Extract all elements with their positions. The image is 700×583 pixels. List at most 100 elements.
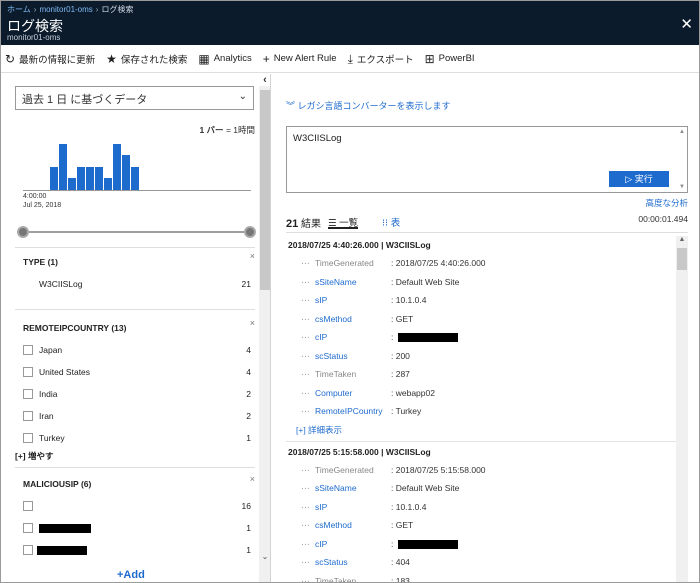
- drag-dots-icon[interactable]: ⋯: [301, 557, 311, 568]
- add-facet-button[interactable]: +Add: [117, 569, 145, 581]
- field-name[interactable]: cIP: [315, 332, 327, 342]
- field-value: : 404: [391, 557, 410, 567]
- histogram-bar[interactable]: [131, 167, 139, 190]
- time-slider-track[interactable]: [23, 231, 251, 233]
- histogram-bar[interactable]: [50, 167, 58, 190]
- histogram-bar[interactable]: [113, 144, 121, 190]
- checkbox[interactable]: [23, 545, 33, 555]
- scroll-up-icon[interactable]: ▲: [676, 236, 688, 243]
- histogram-bar[interactable]: [104, 178, 112, 190]
- chevron-up-icon[interactable]: ▲: [679, 129, 685, 135]
- facet-item[interactable]: Iran 2: [23, 410, 251, 424]
- analytics-button[interactable]: ▦ Analytics: [198, 53, 251, 65]
- new-alert-rule-button[interactable]: + New Alert Rule: [263, 53, 337, 65]
- histogram-bar[interactable]: [68, 178, 76, 190]
- tab-list-view[interactable]: ☰ 一覧: [328, 211, 359, 229]
- results-scrollbar[interactable]: ▲: [676, 236, 688, 582]
- checkbox[interactable]: [23, 501, 33, 511]
- facet-item[interactable]: United States 4: [23, 366, 251, 380]
- breadcrumb-home[interactable]: ホーム: [7, 5, 31, 14]
- saved-searches-button[interactable]: ★ 保存された検索: [106, 52, 187, 66]
- field-name[interactable]: TimeGenerated: [315, 258, 374, 268]
- facet-item[interactable]: W3CIISLog 21: [23, 278, 251, 292]
- histogram-bar[interactable]: [95, 167, 103, 190]
- show-details-link[interactable]: [+] 詳細表示: [296, 424, 342, 436]
- checkbox[interactable]: [23, 433, 33, 443]
- field-name[interactable]: scStatus: [315, 351, 348, 361]
- field-name[interactable]: cIP: [315, 539, 327, 549]
- field-name[interactable]: sSiteName: [315, 483, 357, 493]
- field-name[interactable]: scStatus: [315, 557, 348, 567]
- field-name[interactable]: TimeGenerated: [315, 465, 374, 475]
- facet-item[interactable]: Japan 4: [23, 344, 251, 358]
- refresh-button[interactable]: ↻ 最新の情報に更新: [5, 52, 95, 66]
- checkbox[interactable]: [23, 389, 33, 399]
- record-field: ⋯ sSiteName: Default Web Site: [301, 277, 671, 291]
- field-name[interactable]: TimeTaken: [315, 576, 356, 583]
- drag-dots-icon[interactable]: ⋯: [301, 502, 311, 513]
- facet-item[interactable]: 1: [23, 544, 251, 558]
- facet-item[interactable]: 1: [23, 522, 251, 536]
- histogram-bar[interactable]: [86, 167, 94, 190]
- time-range-dropdown[interactable]: 過去 1 日 に基づくデータ ⌄: [15, 86, 254, 110]
- field-name[interactable]: csMethod: [315, 314, 352, 324]
- drag-dots-icon[interactable]: ⋯: [301, 277, 311, 288]
- drag-dots-icon[interactable]: ⋯: [301, 314, 311, 325]
- time-slider-start-handle[interactable]: [17, 226, 29, 238]
- breadcrumb-workspace[interactable]: monitor01-oms: [39, 5, 92, 14]
- drag-dots-icon[interactable]: ⋯: [301, 520, 311, 531]
- drag-dots-icon[interactable]: ⋯: [301, 483, 311, 494]
- time-slider-end-handle[interactable]: [244, 226, 256, 238]
- collapse-panel-icon[interactable]: ‹: [259, 74, 270, 86]
- drag-dots-icon[interactable]: ⋯: [301, 332, 311, 343]
- drag-dots-icon[interactable]: ⋯: [301, 351, 311, 362]
- redacted-value: [398, 539, 458, 549]
- checkbox[interactable]: [23, 367, 33, 377]
- close-icon[interactable]: ×: [250, 318, 255, 328]
- scrollbar-thumb[interactable]: [677, 248, 687, 270]
- facet-item[interactable]: 16: [23, 500, 251, 514]
- field-name[interactable]: sSiteName: [315, 277, 357, 287]
- drag-dots-icon[interactable]: ⋯: [301, 295, 311, 306]
- drag-dots-icon[interactable]: ⋯: [301, 539, 311, 550]
- field-name[interactable]: sIP: [315, 295, 327, 305]
- drag-dots-icon[interactable]: ⋯: [301, 388, 311, 399]
- legacy-converter-link[interactable]: ︾ レガシ言語コンバーターを表示します: [286, 99, 451, 112]
- checkbox[interactable]: [23, 411, 33, 421]
- scrollbar-thumb[interactable]: [260, 90, 270, 290]
- close-icon[interactable]: ✕: [680, 15, 693, 33]
- close-icon[interactable]: ×: [250, 474, 255, 484]
- field-name[interactable]: csMethod: [315, 520, 352, 530]
- run-button[interactable]: ▷ 実行: [609, 171, 669, 187]
- show-more-link[interactable]: [+] 増やす: [15, 450, 54, 462]
- histogram-bar[interactable]: [77, 167, 85, 190]
- drag-dots-icon[interactable]: ⋯: [301, 369, 311, 380]
- field-name[interactable]: Computer: [315, 388, 352, 398]
- divider: [286, 440, 676, 442]
- powerbi-button[interactable]: ⊞ PowerBI: [425, 53, 475, 65]
- field-name[interactable]: TimeTaken: [315, 369, 356, 379]
- chevron-down-icon[interactable]: ▼: [679, 184, 685, 190]
- scroll-down-icon[interactable]: ⌄: [259, 552, 270, 562]
- drag-dots-icon[interactable]: ⋯: [301, 258, 311, 269]
- drag-dots-icon[interactable]: ⋯: [301, 576, 311, 583]
- checkbox[interactable]: [23, 345, 33, 355]
- facet-item[interactable]: India 2: [23, 388, 251, 402]
- checkbox[interactable]: [23, 523, 33, 533]
- query-editor[interactable]: W3CIISLog ▷ 実行 ▲ ▼: [286, 126, 688, 193]
- results-histogram[interactable]: [23, 140, 251, 190]
- query-text[interactable]: W3CIISLog: [293, 133, 342, 144]
- drag-dots-icon[interactable]: ⋯: [301, 406, 311, 417]
- histogram-bar[interactable]: [59, 144, 67, 190]
- export-button[interactable]: ⤓ エクスポート: [348, 52, 414, 66]
- facet-item[interactable]: Turkey 1: [23, 432, 251, 446]
- results-list[interactable]: 2018/07/25 4:40:26.000 | W3CIISLog ⋯ TimeG…: [286, 236, 676, 583]
- tab-table-view[interactable]: ⁝⁝ 表: [382, 215, 400, 229]
- close-icon[interactable]: ×: [250, 251, 255, 261]
- filter-panel-scrollbar[interactable]: [259, 86, 270, 582]
- field-name[interactable]: sIP: [315, 502, 327, 512]
- field-name[interactable]: RemoteIPCountry: [315, 406, 383, 416]
- drag-dots-icon[interactable]: ⋯: [301, 465, 311, 476]
- advanced-analytics-link[interactable]: 高度な分析: [645, 197, 688, 209]
- histogram-bar[interactable]: [122, 155, 130, 190]
